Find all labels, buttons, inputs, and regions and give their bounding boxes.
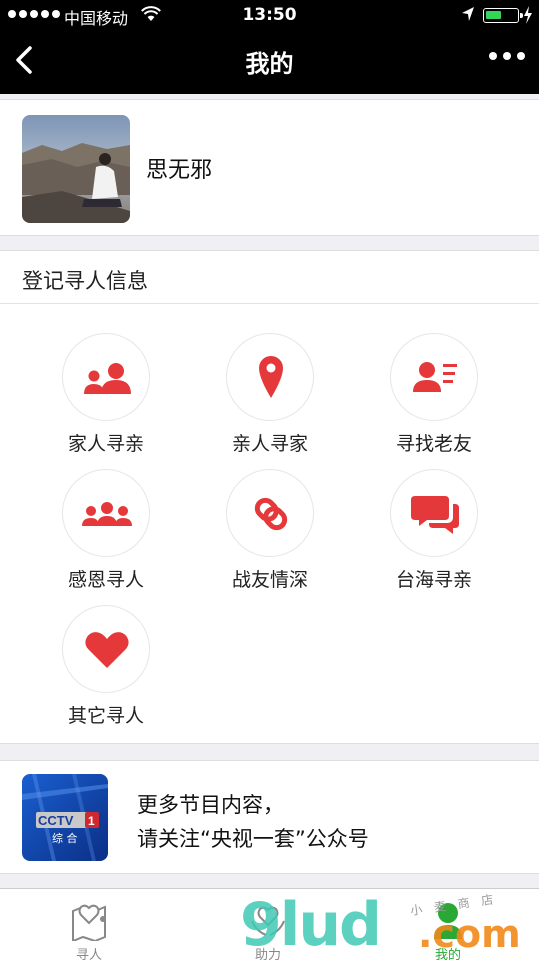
charging-icon — [523, 6, 533, 28]
grid-item-label: 家人寻亲 — [67, 433, 144, 455]
grid-item-old-friend[interactable]: 寻找老友 — [352, 333, 516, 463]
grid-item-taiwan-strait[interactable]: 台海寻亲 — [352, 469, 516, 599]
icon-circle — [62, 469, 150, 557]
icon-circle — [226, 333, 314, 421]
top-bar: 中国移动 13:50 我的 — [0, 0, 539, 94]
profile-card[interactable]: 思无邪 — [0, 99, 539, 236]
grid-item-label: 亲人寻家 — [231, 433, 308, 455]
chat-bubbles-icon — [411, 496, 459, 534]
grid-item-family-search[interactable]: 家人寻亲 — [24, 333, 188, 463]
avatar[interactable] — [22, 115, 130, 223]
icon-circle — [226, 469, 314, 557]
register-section: 登记寻人信息 家人寻亲 亲人寻家 寻找老友 感恩寻人 战友情深 台海寻亲 其它寻… — [0, 250, 539, 744]
icon-circle — [390, 469, 478, 557]
grid-item-label: 感恩寻人 — [67, 569, 144, 591]
tab-bar: 寻人 助力 我的 — [0, 888, 539, 960]
status-bar: 中国移动 13:50 — [0, 0, 539, 30]
grid-item-comrades[interactable]: 战友情深 — [188, 469, 352, 599]
user-name: 思无邪 — [146, 158, 213, 183]
grid-item-label: 台海寻亲 — [395, 569, 472, 591]
cctv-logo: CCTV 1 综 合 — [22, 774, 108, 861]
user-icon — [434, 903, 462, 939]
logo-text: CCTV — [38, 813, 74, 828]
location-arrow-icon — [461, 6, 475, 26]
hands-heart-icon — [251, 906, 285, 936]
grid-item-label: 战友情深 — [231, 569, 308, 591]
tab-label: 寻人 — [75, 948, 102, 960]
icon-circle — [390, 333, 478, 421]
tab-label: 我的 — [434, 948, 461, 960]
map-heart-icon — [72, 904, 106, 941]
page-title: 我的 — [245, 50, 294, 78]
divider — [0, 303, 539, 304]
icon-circle — [62, 333, 150, 421]
grid-item-label: 其它寻人 — [67, 705, 144, 727]
svg-text:1: 1 — [88, 814, 95, 828]
section-title: 登记寻人信息 — [22, 269, 148, 293]
heart-icon — [85, 632, 129, 668]
icon-circle — [62, 605, 150, 693]
clock: 13:50 — [242, 5, 297, 25]
grid-item-other[interactable]: 其它寻人 — [24, 605, 188, 735]
chain-link-icon — [254, 497, 288, 531]
family-people-icon — [84, 363, 131, 394]
app-screen: 中国移动 13:50 我的 思无邪 登记寻人信息 家人寻亲 亲人寻家 寻找老友 … — [0, 0, 539, 960]
contact-card-icon — [413, 362, 457, 392]
battery-icon — [483, 8, 523, 23]
promo-text-line2: 请关注“央视一套”公众号 — [137, 827, 369, 851]
tab-mine[interactable]: 我的 — [388, 889, 508, 960]
grid-item-home-search[interactable]: 亲人寻家 — [188, 333, 352, 463]
grid-item-label: 寻找老友 — [395, 433, 472, 455]
promo-banner[interactable]: CCTV 1 综 合 更多节目内容， 请关注“央视一套”公众号 — [0, 760, 539, 874]
svg-text:综 合: 综 合 — [52, 831, 78, 845]
grid-item-gratitude[interactable]: 感恩寻人 — [24, 469, 188, 599]
more-options-button[interactable] — [489, 52, 525, 60]
location-pin-icon — [259, 356, 283, 398]
promo-text-line1: 更多节目内容， — [137, 793, 284, 817]
tab-search-people[interactable]: 寻人 — [29, 889, 149, 960]
tab-help[interactable]: 助力 — [208, 889, 328, 960]
nav-bar: 我的 — [0, 30, 539, 94]
tab-label: 助力 — [254, 948, 281, 960]
group-people-icon — [82, 502, 132, 526]
